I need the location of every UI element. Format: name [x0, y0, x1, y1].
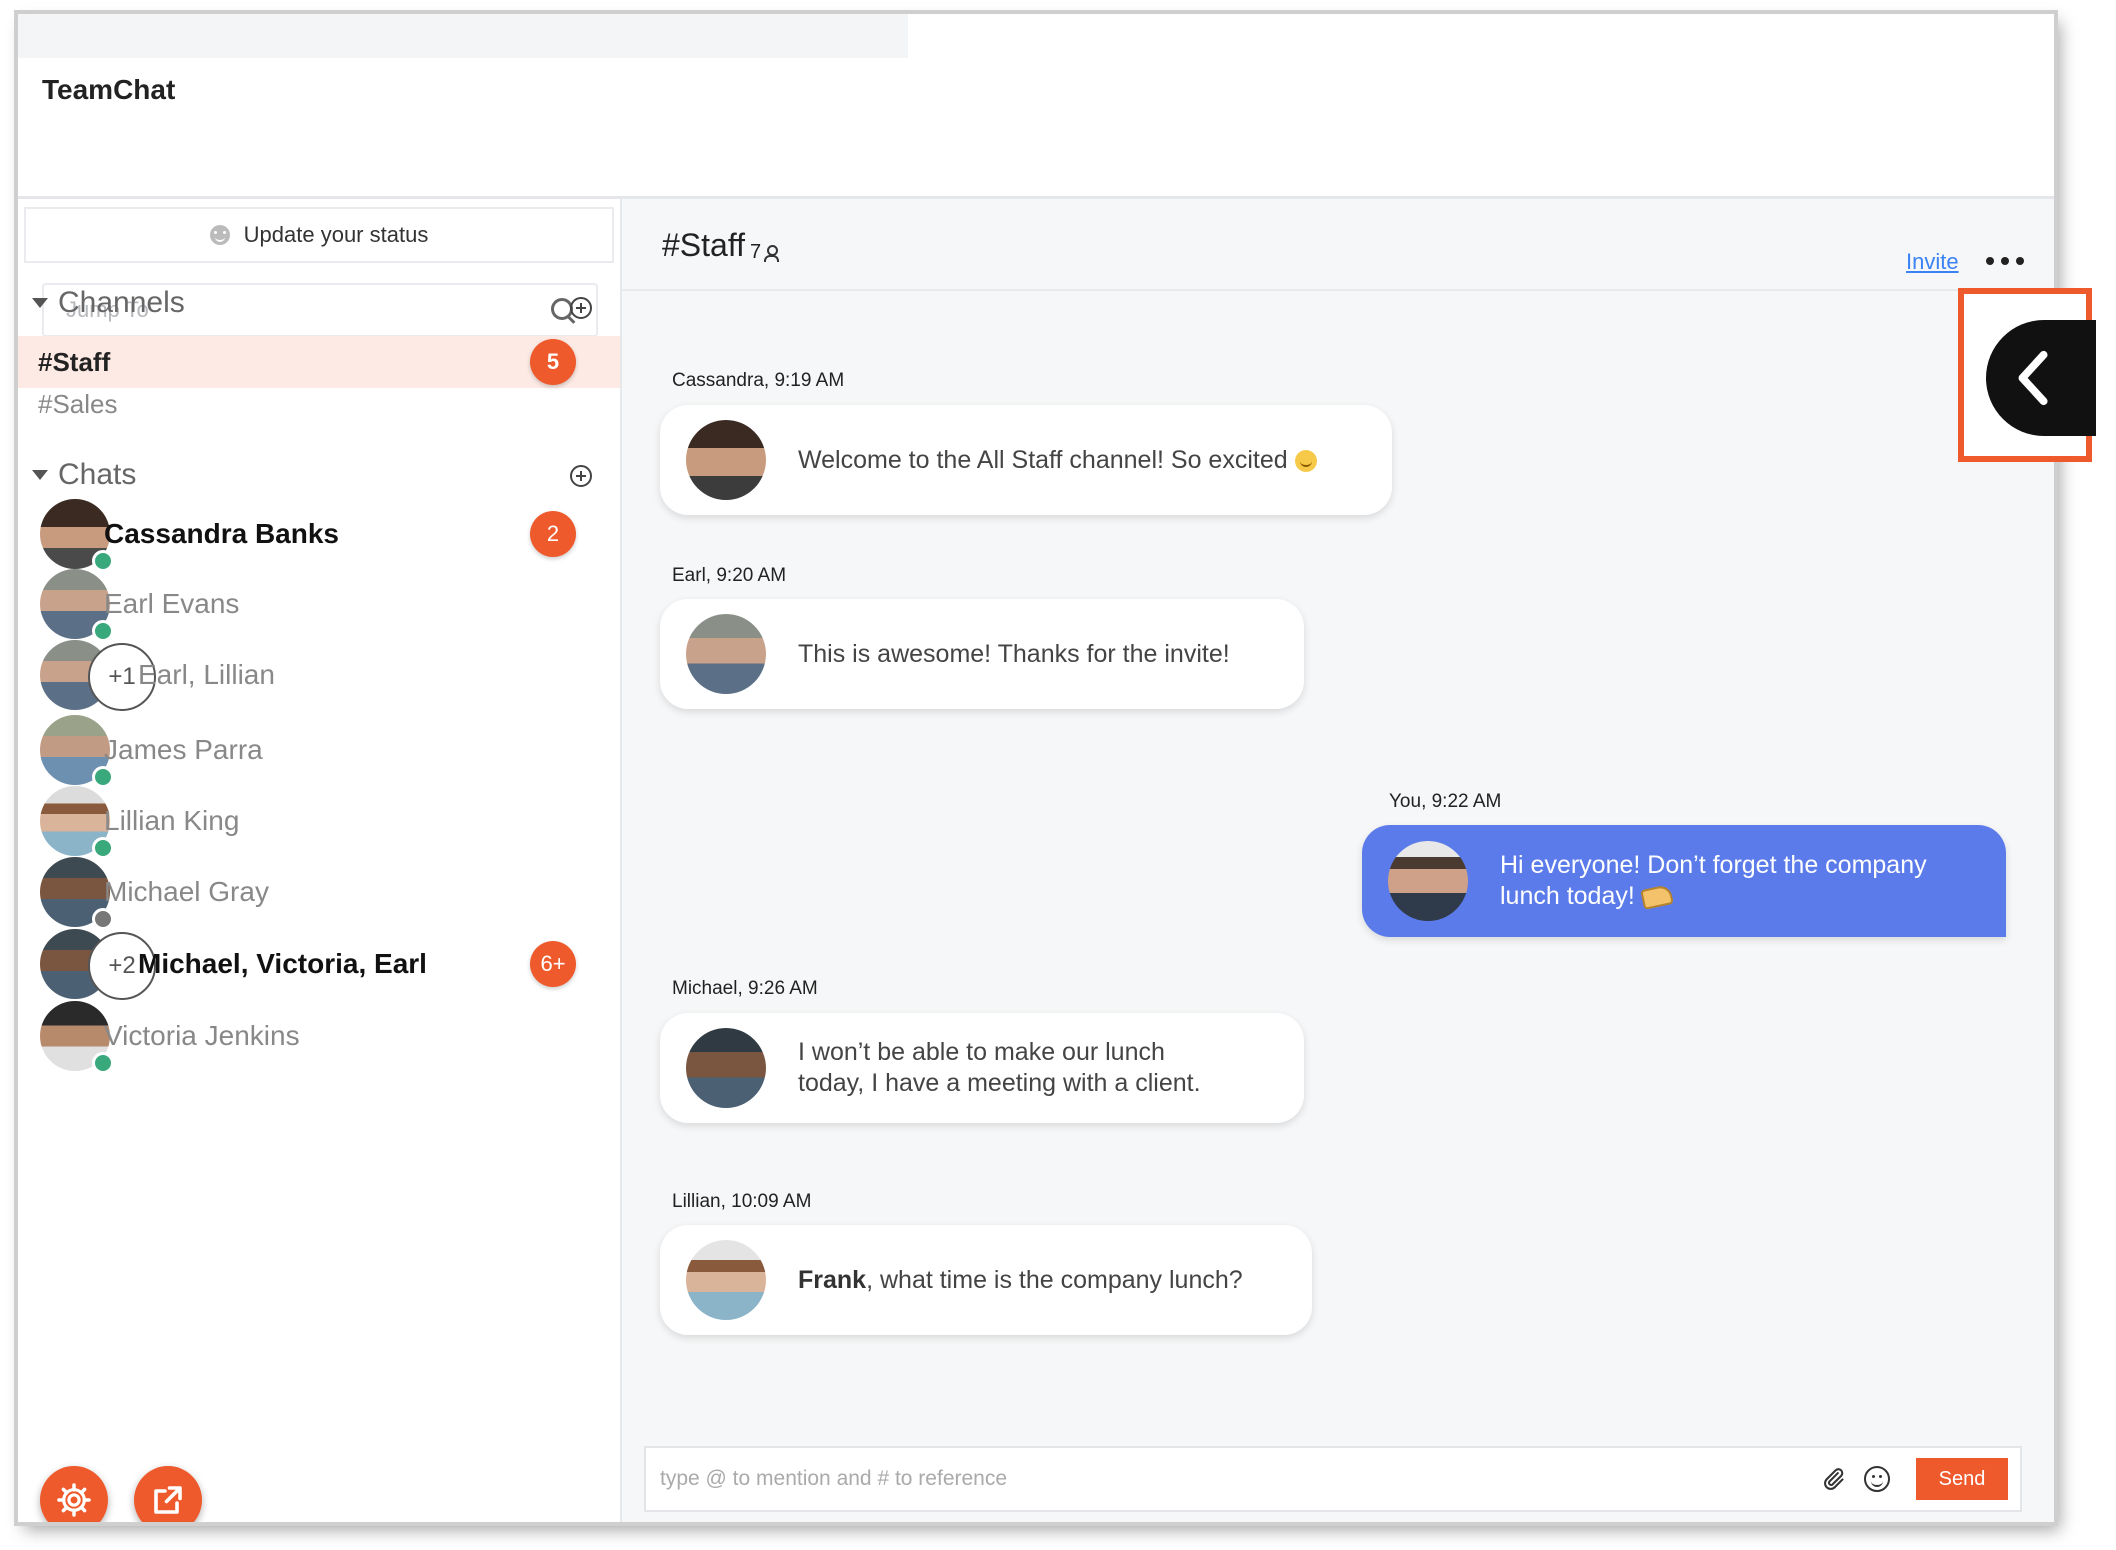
chat-item-james-parra[interactable]: James Parra — [18, 712, 620, 788]
chat-item-victoria-jenkins[interactable]: Victoria Jenkins — [18, 998, 620, 1074]
emoji-picker-icon[interactable] — [1864, 1466, 1890, 1492]
caret-down-icon — [32, 470, 48, 480]
more-options-icon[interactable] — [1986, 257, 2024, 265]
chat-name: Earl, Lillian — [138, 659, 275, 690]
message-meta: You, 9:22 AM — [1389, 791, 1502, 812]
mention: Frank — [798, 1265, 867, 1294]
online-status-dot — [92, 1052, 114, 1074]
chat-item-earl-lillian[interactable]: +1 Earl, Lillian — [18, 637, 620, 713]
message-text: Hi everyone! Don’t forget the company lu… — [1500, 851, 1927, 911]
chat-panel: #Staff 7 Invite Cassandra, 9:19 AM Welco… — [622, 199, 2054, 1522]
chat-item-michael-victoria-earl[interactable]: +2 Michael, Victoria, Earl 6+ — [18, 926, 620, 1002]
channels-heading: Channels — [58, 286, 185, 319]
message-meta: Lillian, 10:09 AM — [672, 1191, 812, 1212]
chat-item-earl-evans[interactable]: Earl Evans — [18, 566, 620, 642]
chats-heading: Chats — [58, 458, 137, 491]
chat-name: Michael Gray — [104, 876, 269, 907]
avatar — [686, 1240, 766, 1320]
channel-label: #Staff — [38, 346, 111, 377]
message-meta: Cassandra, 9:19 AM — [672, 370, 845, 391]
unread-badge: 2 — [530, 511, 576, 557]
message-text: Frank, what time is the company lunch? — [798, 1265, 1243, 1294]
chat-item-lillian-king[interactable]: Lillian King — [18, 783, 620, 859]
avatar — [686, 614, 766, 694]
collapse-panel-button[interactable] — [1986, 320, 2096, 436]
chat-name: Cassandra Banks — [104, 518, 340, 549]
add-channel-icon[interactable] — [570, 297, 592, 319]
chat-item-cassandra-banks[interactable]: Cassandra Banks 2 — [18, 496, 620, 572]
channel-label: #Sales — [38, 388, 118, 419]
chat-name: Lillian King — [104, 805, 240, 836]
update-status-button[interactable]: Update your status — [24, 207, 614, 263]
unread-badge: 6+ — [530, 941, 576, 987]
add-chat-icon[interactable] — [570, 465, 592, 487]
own-message-bubble: Hi everyone! Don’t forget the company lu… — [1362, 825, 2006, 937]
caret-down-icon — [32, 298, 48, 308]
chevron-left-icon — [2018, 350, 2048, 406]
channels-section-toggle[interactable]: Channels — [32, 283, 185, 323]
new-message-button[interactable] — [134, 1466, 202, 1522]
message-bubble: Frank, what time is the company lunch? — [660, 1225, 1312, 1335]
chat-name: Earl Evans — [104, 588, 240, 619]
chats-section-toggle[interactable]: Chats — [32, 455, 136, 495]
paperclip-icon[interactable] — [1820, 1466, 1846, 1492]
message-meta: Earl, 9:20 AM — [672, 565, 787, 586]
message-meta: Michael, 9:26 AM — [672, 978, 818, 999]
gear-icon — [57, 1483, 91, 1517]
message-bubble: This is awesome! Thanks for the invite! — [660, 599, 1304, 709]
avatar — [686, 420, 766, 500]
message-text: This is awesome! Thanks for the invite! — [798, 639, 1230, 668]
channel-item-sales[interactable]: #Sales — [18, 378, 620, 430]
chat-name: Michael, Victoria, Earl — [138, 948, 427, 979]
send-button[interactable]: Send — [1916, 1458, 2008, 1500]
top-bar: TeamChat — [18, 14, 2054, 199]
external-link-icon — [154, 1486, 182, 1514]
status-label: Update your status — [243, 222, 429, 247]
invite-link[interactable]: Invite — [1906, 249, 1959, 275]
avatar — [686, 1028, 766, 1108]
message-text: I won’t be able to make our lunch today,… — [798, 1038, 1201, 1097]
channel-title: #Staff — [662, 227, 746, 263]
avatar — [1388, 841, 1468, 921]
chat-name: Victoria Jenkins — [104, 1020, 300, 1051]
app-window: TeamChat Update your status Channels #St… — [18, 14, 2054, 1522]
message-input[interactable] — [658, 1466, 1820, 1492]
message-text: Welcome to the All Staff channel! So exc… — [798, 445, 1317, 476]
sandwich-emoji-icon — [1640, 884, 1674, 911]
app-title: TeamChat — [42, 74, 176, 105]
smiley-icon — [209, 225, 230, 245]
chat-name: James Parra — [104, 734, 263, 765]
sidebar: Update your status Channels #Staff 5 #Sa… — [18, 199, 622, 1522]
chat-item-michael-gray[interactable]: Michael Gray — [18, 854, 620, 930]
member-count[interactable]: 7 — [750, 241, 780, 264]
settings-button[interactable] — [40, 1466, 108, 1522]
message-composer: Send — [644, 1446, 2022, 1512]
channel-header: #Staff 7 Invite — [622, 199, 2054, 291]
message-bubble: I won’t be able to make our lunch today,… — [660, 1013, 1304, 1123]
message-bubble: Welcome to the All Staff channel! So exc… — [660, 405, 1392, 515]
person-icon — [764, 244, 780, 262]
smile-emoji-icon — [1294, 449, 1317, 472]
